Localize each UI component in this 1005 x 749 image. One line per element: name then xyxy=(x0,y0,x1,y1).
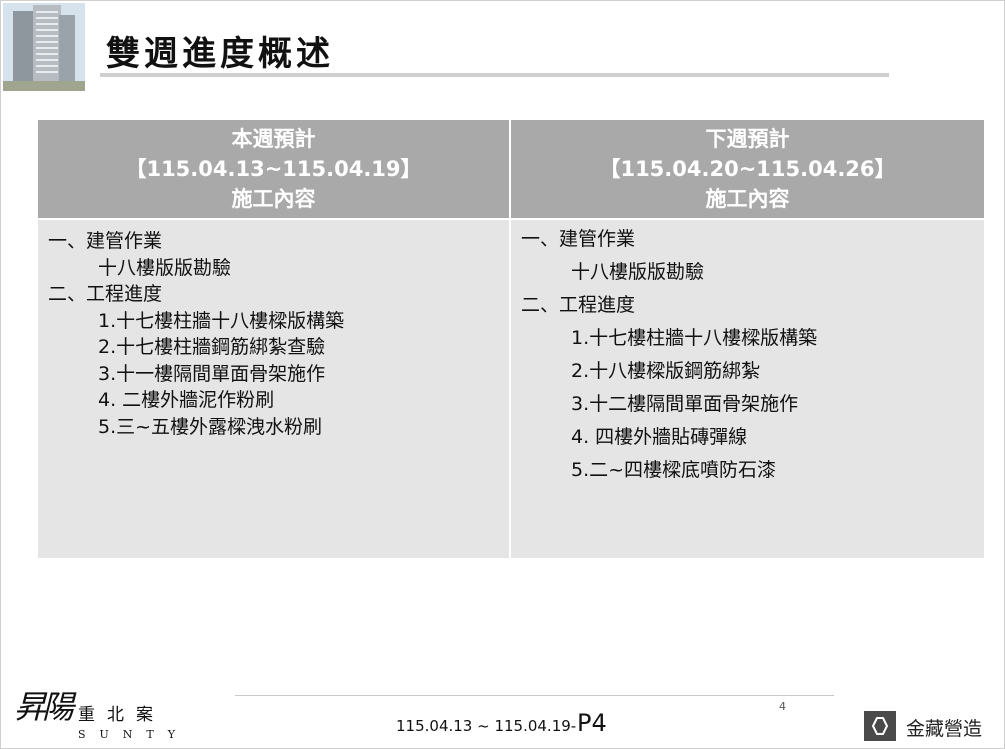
list-item: 1.十七樓柱牆十八樓樑版構築 xyxy=(98,309,345,332)
list-item: 十八樓版版勘驗 xyxy=(98,256,232,279)
next-week-subheading: 施工內容 xyxy=(705,187,790,211)
this-week-heading: 本週預計 xyxy=(231,127,316,151)
next-week-heading: 下週預計 xyxy=(705,127,790,151)
this-week-date-range: 【115.04.13~115.04.19】 xyxy=(125,157,422,181)
next-week-content: 一、建管作業 十八樓版版勘驗 二、工程進度 1.十七樓柱牆十八樓樑版構築 2.十… xyxy=(510,218,984,558)
this-week-subheading: 施工內容 xyxy=(231,187,316,211)
list-item: 十八樓版版勘驗 xyxy=(571,261,705,283)
page-title: 雙週進度概述 xyxy=(106,34,334,74)
this-week-content: 一、建管作業 十八樓版版勘驗 二、工程進度 1.十七樓柱牆十八樓樑版構築 2.十… xyxy=(38,218,511,558)
list-item: 3.十二樓隔間單面骨架施作 xyxy=(571,393,799,415)
list-item: 4. 二樓外牆泥作粉刷 xyxy=(98,389,275,411)
next-week-header: 下週預計 【115.04.20~115.04.26】 施工內容 xyxy=(510,120,984,219)
list-item: 3.十一樓隔間單面骨架施作 xyxy=(98,362,326,385)
list-item: 二、工程進度 xyxy=(521,294,636,316)
list-item: 5.三~五樓外露樑洩水粉刷 xyxy=(98,415,323,438)
page-number: 4 xyxy=(779,700,786,713)
footer-divider xyxy=(235,695,834,696)
contractor-logo-text: 金藏營造 xyxy=(906,718,983,740)
this-week-header: 本週預計 【115.04.13~115.04.19】 施工內容 xyxy=(38,120,511,219)
title-underline xyxy=(100,73,889,77)
list-item: 2.十八樓樑版鋼筋綁紮 xyxy=(571,360,761,382)
list-item: 1.十七樓柱牆十八樓樑版構築 xyxy=(571,327,818,349)
list-item: 一、建管作業 xyxy=(48,230,163,252)
sunty-logo-english: SUNTY xyxy=(78,728,190,741)
sunty-logo-calligraphy: 昇陽 xyxy=(14,688,74,726)
list-item: 5.二~四樓樑底噴防石漆 xyxy=(571,459,777,481)
list-item: 二、工程進度 xyxy=(48,283,163,305)
next-week-date-range: 【115.04.20~115.04.26】 xyxy=(599,157,896,181)
contractor-logo-icon xyxy=(864,711,896,741)
schedule-table: 本週預計 【115.04.13~115.04.19】 施工內容 下週預計 【11… xyxy=(38,120,984,558)
list-item: 2.十七樓柱牆鋼筋綁紮查驗 xyxy=(98,336,326,358)
footer-date-range: 115.04.13 ~ 115.04.19- xyxy=(396,717,577,735)
sunty-logo-project-name: 重北案 xyxy=(78,705,165,725)
list-item: 4. 四樓外牆貼磚彈線 xyxy=(571,426,748,448)
footer-page-label: P4 xyxy=(577,709,607,737)
building-thumbnail xyxy=(3,3,85,91)
list-item: 一、建管作業 xyxy=(521,228,636,250)
